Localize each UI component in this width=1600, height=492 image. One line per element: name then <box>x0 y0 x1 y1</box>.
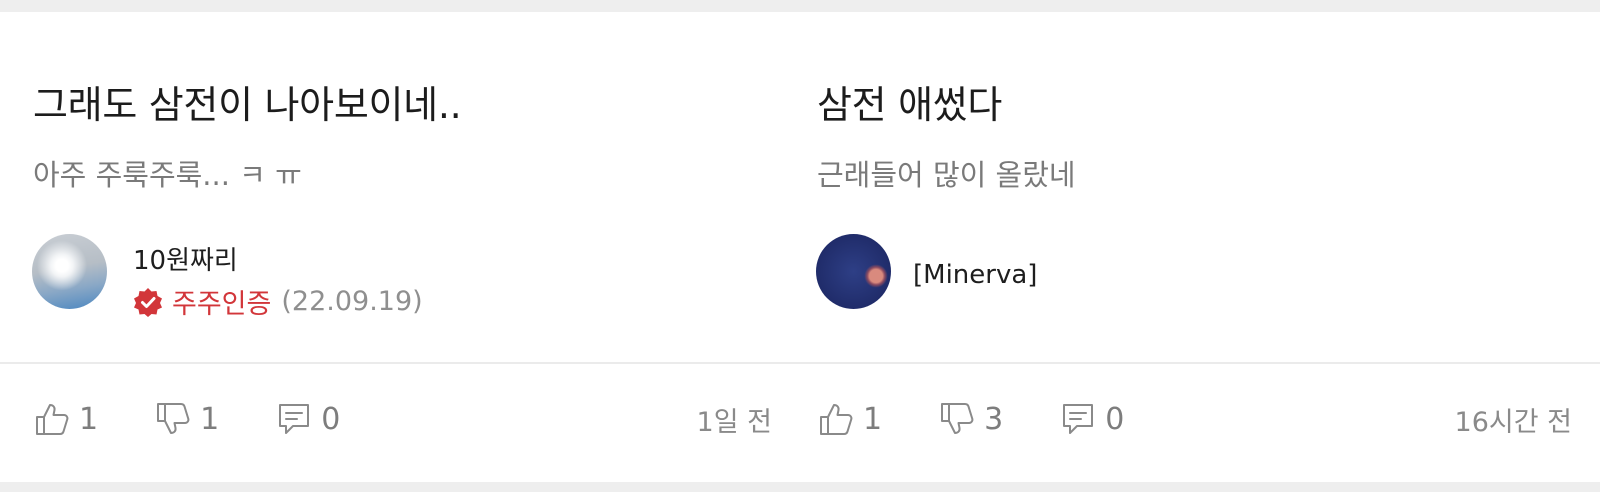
dislike-button[interactable]: 3 <box>938 400 1003 438</box>
dislike-count: 3 <box>984 401 1004 437</box>
comment-icon <box>279 404 310 434</box>
thumbs-down-icon <box>157 403 190 434</box>
comment-button[interactable]: 0 <box>275 400 340 438</box>
post-actions: 1 3 0 16시간 전 <box>817 394 1572 444</box>
post-snippet[interactable]: 근래들어 많이 올랐네 <box>817 152 1076 194</box>
post-card[interactable]: 삼전 애썼다 근래들어 많이 올랐네 [Minerva] 1 3 0 16시간 … <box>800 12 1600 482</box>
verified-label: 주주인증 <box>172 289 272 320</box>
comment-button[interactable]: 0 <box>1059 400 1124 438</box>
divider <box>0 362 800 364</box>
avatar[interactable] <box>32 234 107 309</box>
post-title[interactable]: 삼전 애썼다 <box>817 74 1002 129</box>
post-actions: 1 1 0 1일 전 <box>33 394 772 444</box>
post-card[interactable]: 그래도 삼전이 나아보이네.. 아주 주룩주룩... ㅋ ㅠ 10원짜리 주주인… <box>0 12 800 482</box>
comment-count: 0 <box>1105 401 1125 437</box>
post-snippet[interactable]: 아주 주룩주룩... ㅋ ㅠ <box>33 152 302 194</box>
author-name[interactable]: 10원짜리 <box>133 240 238 277</box>
dislike-button[interactable]: 1 <box>154 400 219 438</box>
verified-date: (22.09.19) <box>281 286 423 317</box>
thumbs-up-icon <box>36 404 69 435</box>
like-count: 1 <box>863 401 883 437</box>
author-name[interactable]: [Minerva] <box>913 260 1037 290</box>
verified-badge-icon <box>134 287 162 317</box>
like-button[interactable]: 1 <box>33 400 98 438</box>
post-title[interactable]: 그래도 삼전이 나아보이네.. <box>33 74 462 129</box>
comment-count: 0 <box>321 401 341 437</box>
comment-icon <box>1063 404 1094 434</box>
avatar[interactable] <box>816 234 891 309</box>
post-time: 16시간 전 <box>1454 406 1572 438</box>
like-count: 1 <box>79 401 99 437</box>
thumbs-down-icon <box>941 403 974 434</box>
like-button[interactable]: 1 <box>817 400 882 438</box>
post-time: 1일 전 <box>696 406 772 438</box>
dislike-count: 1 <box>200 401 220 437</box>
divider <box>800 362 1600 364</box>
shareholder-verification: 주주인증 (22.09.19) <box>133 282 423 321</box>
thumbs-up-icon <box>820 404 853 435</box>
